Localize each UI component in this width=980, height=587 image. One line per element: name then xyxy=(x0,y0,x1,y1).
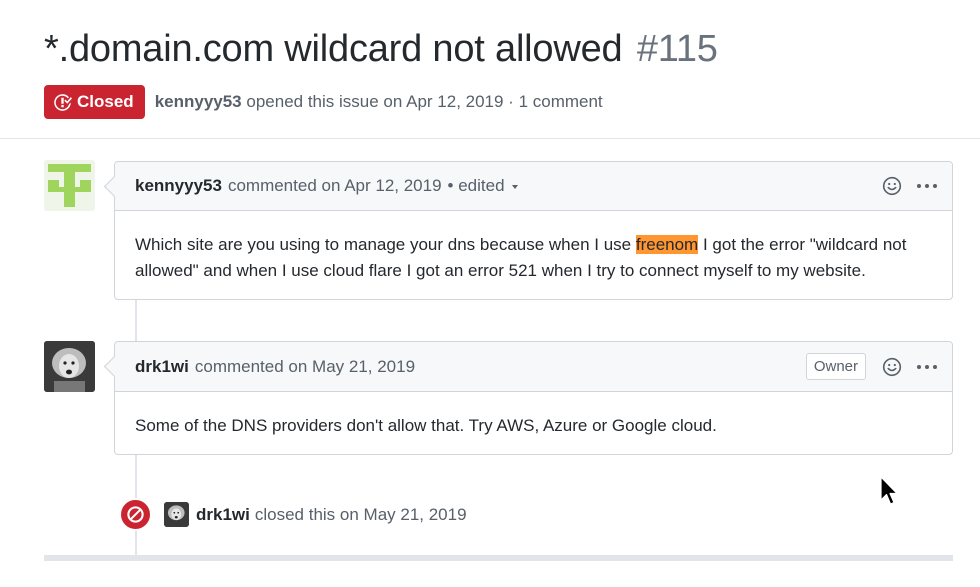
issue-opened-info: opened this issue on Apr 12, 2019 · 1 co… xyxy=(246,92,603,111)
comment-actions xyxy=(882,176,938,196)
timeline-divider xyxy=(44,555,953,561)
edited-label: • edited xyxy=(447,176,505,195)
kebab-horizontal-icon[interactable] xyxy=(916,183,938,189)
comment: drk1wi commented on May 21, 2019 Owner S… xyxy=(114,341,953,455)
circle-slash-icon xyxy=(127,506,144,523)
state-label: Closed xyxy=(77,92,134,111)
avatar[interactable] xyxy=(164,502,189,527)
mouse-cursor-icon xyxy=(880,476,898,505)
edited-dropdown[interactable]: • edited xyxy=(448,176,518,196)
issue-author-link[interactable]: kennyyy53 xyxy=(155,92,242,111)
comment-timestamp[interactable]: commented on Apr 12, 2019 xyxy=(228,176,442,196)
comment-header: drk1wi commented on May 21, 2019 Owner xyxy=(115,342,952,392)
search-highlight: freenom xyxy=(635,235,699,254)
comment-author[interactable]: drk1wi xyxy=(135,357,189,377)
issue-closed-icon xyxy=(54,93,72,111)
kebab-horizontal-icon[interactable] xyxy=(916,364,938,370)
comment-actions: Owner xyxy=(805,353,938,380)
comment-header: kennyyy53 commented on Apr 12, 2019 • ed… xyxy=(115,162,952,211)
comment-text: Which site are you using to manage your … xyxy=(135,235,636,254)
photo-avatar xyxy=(44,341,95,392)
avatar[interactable] xyxy=(44,341,95,392)
event-actor[interactable]: drk1wi xyxy=(196,505,250,525)
closed-event: drk1wi closed this on May 21, 2019 xyxy=(119,498,467,531)
issue-meta: Closed kennyyy53 opened this issue on Ap… xyxy=(44,85,603,119)
identicon-avatar xyxy=(44,160,95,211)
header-divider xyxy=(0,138,980,139)
comment-author[interactable]: kennyyy53 xyxy=(135,176,222,196)
issue-number: #115 xyxy=(636,28,718,70)
issue-title: *.domain.com wildcard not allowed #115 xyxy=(44,28,718,71)
avatar[interactable] xyxy=(44,160,95,211)
comment-body: Which site are you using to manage your … xyxy=(115,211,952,284)
comment-timestamp[interactable]: commented on May 21, 2019 xyxy=(195,357,415,377)
event-text[interactable]: closed this on May 21, 2019 xyxy=(255,505,467,525)
owner-badge: Owner xyxy=(805,353,866,380)
smiley-icon[interactable] xyxy=(882,176,902,196)
comment-body: Some of the DNS providers don't allow th… xyxy=(135,416,717,435)
event-badge xyxy=(119,498,152,531)
photo-avatar xyxy=(164,502,189,527)
issue-meta-text: kennyyy53 opened this issue on Apr 12, 2… xyxy=(155,92,603,112)
smiley-icon[interactable] xyxy=(882,357,902,377)
caret-down-icon xyxy=(511,184,518,189)
issue-title-text: *.domain.com wildcard not allowed xyxy=(44,28,623,70)
state-badge: Closed xyxy=(44,85,145,119)
comment: kennyyy53 commented on Apr 12, 2019 • ed… xyxy=(114,161,953,300)
